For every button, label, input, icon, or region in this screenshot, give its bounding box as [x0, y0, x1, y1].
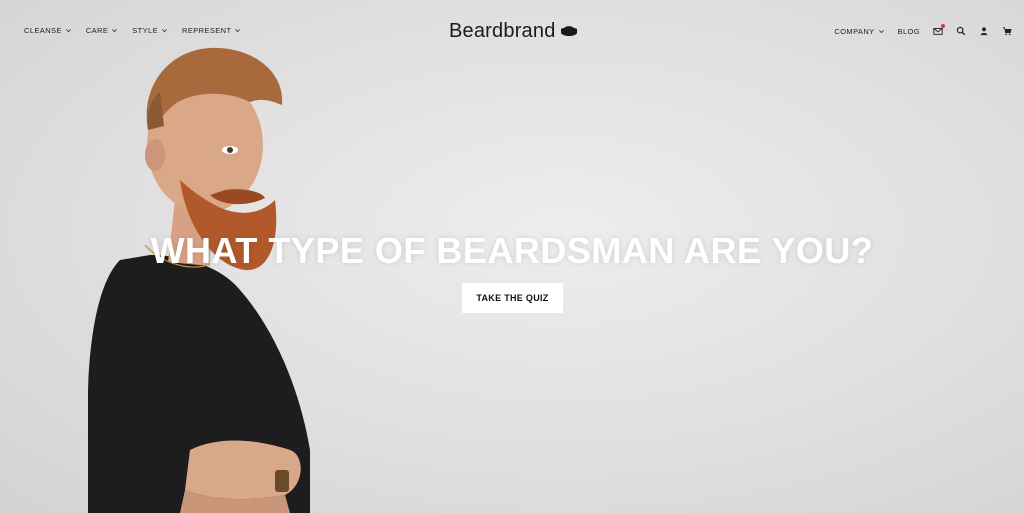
- notification-dot: [941, 24, 945, 28]
- nav-item-represent[interactable]: REPRESENT: [182, 26, 241, 35]
- nav-item-care[interactable]: CARE: [86, 26, 118, 35]
- nav-item-label: CARE: [85, 26, 109, 35]
- nav-item-label: BLOG: [897, 26, 920, 36]
- chevron-down-icon: [878, 29, 884, 33]
- cart-icon[interactable]: [1002, 26, 1012, 36]
- search-icon[interactable]: [956, 26, 966, 36]
- nav-item-label: CLEANSE: [24, 26, 62, 35]
- nav-item-company[interactable]: COMPANY: [834, 27, 884, 36]
- chevron-down-icon: [162, 29, 167, 33]
- nav-item-label: COMPANY: [834, 26, 875, 36]
- nav-item-label: STYLE: [132, 26, 159, 35]
- chevron-down-icon: [235, 29, 241, 33]
- nav-item-blog[interactable]: BLOG: [898, 27, 920, 36]
- nav-right-menu: COMPANY BLOG: [834, 24, 1012, 36]
- hero-headline: WHAT TYPE OF BEARDSMAN ARE YOU?: [150, 230, 874, 271]
- brand-logo[interactable]: Beardbrand: [449, 20, 578, 43]
- nav-item-style[interactable]: STYLE: [132, 26, 168, 35]
- nav-left-menu: CLEANSE CARE STYLE REPRESENT: [24, 26, 241, 35]
- user-icon[interactable]: [979, 26, 989, 36]
- nav-item-label: REPRESENT: [182, 26, 232, 35]
- chevron-down-icon: [65, 29, 71, 33]
- brand-name: Beardbrand: [449, 20, 556, 42]
- take-quiz-button[interactable]: TAKE THE QUIZ: [462, 283, 563, 313]
- nav-item-cleanse[interactable]: CLEANSE: [24, 26, 72, 35]
- chevron-down-icon: [112, 29, 118, 33]
- newsletter-button[interactable]: [933, 24, 945, 36]
- mustache-icon: [560, 25, 577, 36]
- hero-section: CLEANSE CARE STYLE REPRESENT COMPANY BLO…: [0, 0, 1024, 513]
